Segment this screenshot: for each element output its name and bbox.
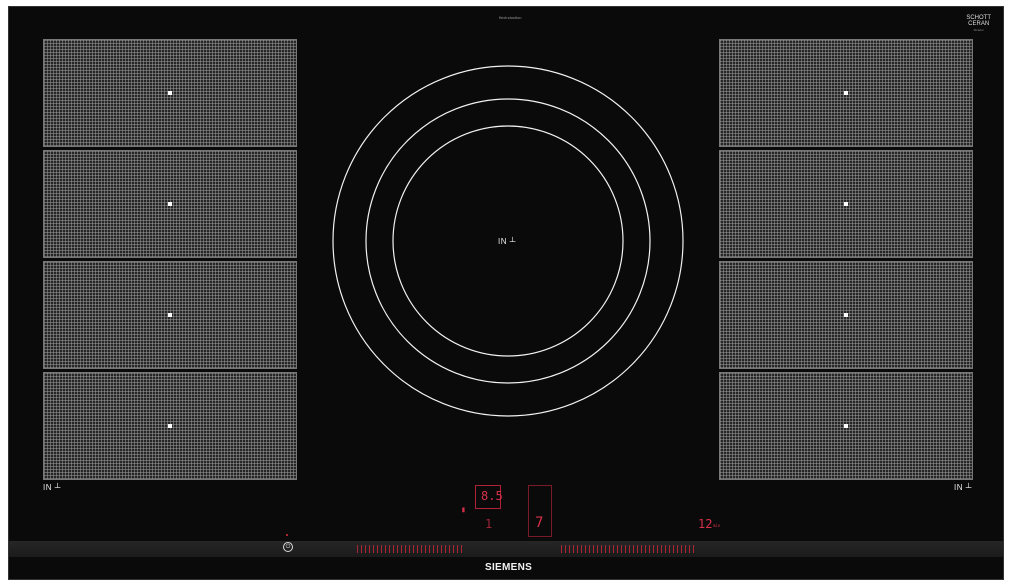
- glass-model: Miradur: [973, 28, 984, 32]
- pan-icon: ┴: [509, 237, 516, 246]
- power-level-value: 8.5: [481, 489, 503, 503]
- right-cooking-zone-4[interactable]: [719, 372, 973, 480]
- zone-marker-dot: [168, 91, 172, 95]
- zone-marker-dot: [844, 91, 848, 95]
- zone-marker-dot: [168, 202, 172, 206]
- right-induction-label: IN ┴: [954, 483, 972, 492]
- left-cooking-zone-2[interactable]: [43, 150, 297, 258]
- pan-detect-indicator: ▮: [461, 505, 466, 514]
- zone-marker-dot: [168, 424, 172, 428]
- top-caption: flexInduction: [499, 15, 522, 20]
- left-induction-text: IN: [43, 483, 52, 492]
- siemens-logo: SIEMENS: [485, 562, 533, 573]
- timer-value[interactable]: 12: [698, 517, 712, 531]
- right-cooking-zone-3[interactable]: [719, 261, 973, 369]
- zone-setting-left: 1: [485, 517, 493, 531]
- left-induction-label: IN ┴: [43, 483, 61, 492]
- left-cooking-zone-1[interactable]: [43, 39, 297, 147]
- schott-ceran-logo: SCHOTT CERAN Miradur: [966, 15, 991, 33]
- left-power-slider[interactable]: [357, 545, 463, 553]
- zone-marker-dot: [168, 313, 172, 317]
- power-icon[interactable]: ⏻: [283, 542, 293, 552]
- left-cooking-zone-3[interactable]: [43, 261, 297, 369]
- zone-marker-dot: [844, 313, 848, 317]
- center-induction-label: IN ┴: [498, 237, 516, 246]
- power-level-display[interactable]: 8.5: [475, 485, 503, 509]
- control-strip: [9, 541, 1003, 557]
- zone-marker-dot: [844, 424, 848, 428]
- right-induction-text: IN: [954, 483, 963, 492]
- center-induction-text: IN: [498, 237, 507, 246]
- right-cooking-zone-2[interactable]: [719, 150, 973, 258]
- zone-marker-dot: [844, 202, 848, 206]
- right-cooking-zone-1[interactable]: [719, 39, 973, 147]
- right-power-slider[interactable]: [561, 545, 697, 553]
- zone-setting-center: 7: [535, 515, 544, 531]
- power-indicator-led: [286, 534, 288, 536]
- left-cooking-zone-4[interactable]: [43, 372, 297, 480]
- pan-icon: ┴: [965, 483, 972, 492]
- timer-unit: min: [713, 523, 721, 528]
- pan-icon: ┴: [54, 483, 61, 492]
- cooktop-glass-panel: flexInduction SCHOTT CERAN Miradur IN ┴ …: [8, 6, 1004, 580]
